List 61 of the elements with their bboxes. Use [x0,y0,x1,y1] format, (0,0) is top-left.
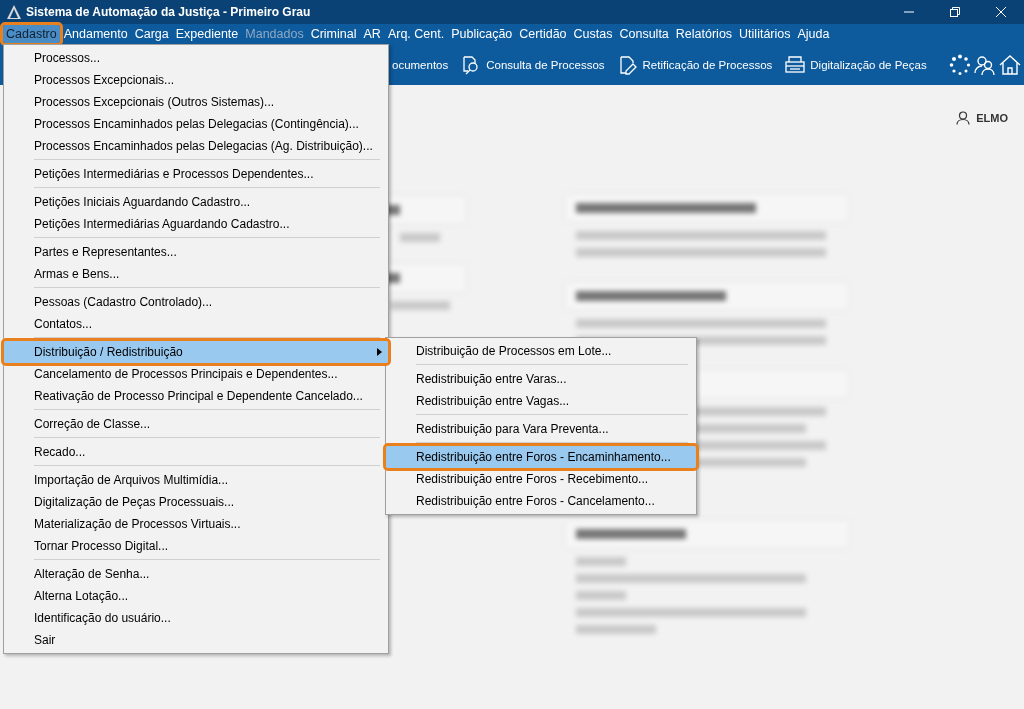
menu-item[interactable]: Identificação do usuário... [4,607,388,629]
menu-item[interactable]: Processos Excepcionais... [4,69,388,91]
menu-bar-item[interactable]: AR [360,25,384,43]
menu-item[interactable]: Redistribuição entre Foros - Cancelamento... [386,490,696,512]
toolbar-button[interactable]: Digitalização de Peças [810,58,927,71]
submenu-arrow-icon [377,348,382,356]
restore-button[interactable] [950,7,960,17]
menu-item[interactable]: Petições Iniciais Aguardando Cadastro... [4,191,388,213]
close-button[interactable] [996,7,1006,17]
menu-item[interactable]: Processos... [4,47,388,69]
menu-item[interactable]: Sair [4,629,388,651]
menu-bar-item[interactable]: Custas [570,25,616,43]
loading-spinner-icon[interactable] [949,53,971,76]
menu-bar-item[interactable]: Utilitários [736,25,794,43]
menu-item[interactable]: Redistribuição entre Foros - Recebimento... [386,468,696,490]
menu-bar-item[interactable]: Ajuda [794,25,833,43]
menu-item[interactable]: Recado... [4,441,388,463]
menu-bar-item[interactable]: Arq. Cent. [384,25,448,43]
menu-item[interactable]: Processos Encaminhados pelas Delegacias (Ag. Distribuição)... [4,135,388,157]
app-logo-icon [6,4,22,20]
menu-item[interactable]: Alterna Lotação... [4,585,388,607]
home-icon[interactable] [999,53,1021,76]
menu-item[interactable]: Materialização de Processos Virtuais... [4,513,388,535]
menu-item[interactable]: Petições Intermediárias Aguardando Cadastro... [4,213,388,235]
toolbar-button[interactable]: Retificação de Processos [642,58,773,71]
menu-item[interactable]: Processos Excepcionais (Outros Sistemas)... [4,91,388,113]
menu-item[interactable]: Redistribuição para Vara Preventa... [386,418,696,440]
menu-bar-item[interactable]: Relatórios [672,25,736,43]
menu-item[interactable]: Partes e Representantes... [4,241,388,263]
menu-item[interactable]: Reativação de Processo Principal e Dependente Cancelado... [4,385,388,407]
menu-item[interactable]: Processos Encaminhados pelas Delegacias (Contingência)... [4,113,388,135]
users-icon[interactable] [974,53,996,76]
window-title: Sistema de Automação da Justiça - Primeiro Grau [26,5,312,19]
scanner-icon[interactable] [784,53,807,76]
toolbar-button[interactable]: ocumentos [392,58,449,71]
user-name: ELMO [976,112,1008,124]
menu-bar-item[interactable]: Publicação [448,25,516,43]
menu-bar-item[interactable]: Cadastro [3,25,60,43]
menu-item[interactable]: Armas e Bens... [4,263,388,285]
menu-item[interactable]: Contatos... [4,313,388,335]
menu-item[interactable]: Redistribuição entre Varas... [386,368,696,390]
menu-bar-item[interactable]: Criminal [307,25,360,43]
menu-item[interactable]: Distribuição de Processos em Lote... [386,340,696,362]
menu-item[interactable]: Cancelamento de Processos Principais e Dependentes... [4,363,388,385]
menu-item[interactable]: Tornar Processo Digital... [4,535,388,557]
menu-item[interactable]: Importação de Arquivos Multimídia... [4,469,388,491]
menu-bar-item[interactable]: Certidão [516,25,570,43]
menu-item[interactable]: Correção de Classe... [4,413,388,435]
menu-item[interactable]: Pessoas (Cadastro Controlado)... [4,291,388,313]
user-icon [956,111,971,125]
menu-bar-item[interactable]: Expediente [172,25,242,43]
menu-bar-item[interactable]: Consulta [616,25,672,43]
menu-item[interactable]: Redistribuição entre Vagas... [386,390,696,412]
menu-item[interactable]: Redistribuição entre Foros - Encaminhamento... [386,446,696,468]
toolbar-button[interactable]: Consulta de Processos [486,58,605,71]
menu-item[interactable]: Digitalização de Peças Processuais... [4,491,388,513]
menu-item[interactable]: Distribuição / Redistribuição [4,341,388,363]
menu-bar-item[interactable]: Andamento [60,25,131,43]
menu-item[interactable]: Alteração de Senha... [4,563,388,585]
menu-item[interactable]: Petições Intermediárias e Processos Dependentes... [4,163,388,185]
menu-bar-item[interactable]: Carga [131,25,172,43]
